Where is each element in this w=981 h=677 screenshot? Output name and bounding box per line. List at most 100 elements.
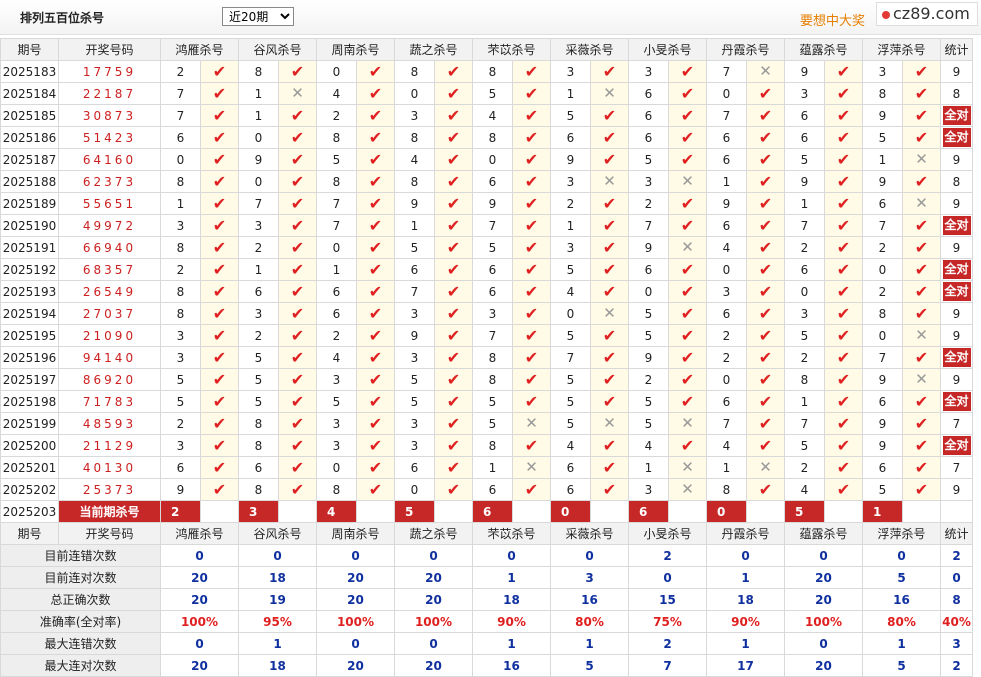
kill-number-cell: 7: [706, 412, 747, 435]
stats-value: 5: [550, 654, 629, 677]
result-cell: ✕: [668, 170, 707, 193]
col-expert-header: 谷风杀号: [238, 522, 317, 545]
kill-number-cell: 3: [160, 324, 201, 347]
kill-number-cell: 9: [862, 412, 903, 435]
kill-number-cell: 6: [160, 126, 201, 149]
check-icon: ✔: [290, 369, 305, 389]
stat-count-cell: 7: [940, 412, 973, 435]
result-cell: ✔: [278, 302, 317, 325]
check-icon: ✔: [914, 215, 929, 235]
stats-label: 目前连对次数: [0, 566, 161, 589]
check-icon: ✔: [914, 479, 929, 499]
stats-value: 0: [160, 544, 239, 567]
check-icon: ✔: [212, 435, 227, 455]
check-icon: ✔: [602, 61, 617, 81]
check-icon: ✔: [368, 127, 383, 147]
col-expert-header: 蔬之杀号: [394, 522, 473, 545]
period-select[interactable]: 近20期: [222, 7, 294, 26]
result-cell: ✔: [746, 434, 785, 457]
check-icon: ✔: [680, 369, 695, 389]
stat-count-cell: 全对: [940, 126, 973, 149]
stats-value: 0: [316, 544, 395, 567]
result-cell: ✔: [356, 456, 395, 479]
kill-number-cell: 6: [706, 302, 747, 325]
stats-value: 1: [472, 632, 551, 655]
col-expert-header: 采薇杀号: [550, 38, 629, 61]
check-icon: ✔: [446, 325, 461, 345]
result-cell: ✔: [902, 126, 941, 149]
kill-number-cell: 6: [784, 258, 825, 281]
issue-cell: 2025202: [0, 478, 59, 501]
check-icon: ✔: [914, 281, 929, 301]
check-icon: ✔: [368, 215, 383, 235]
check-icon: ✔: [368, 193, 383, 213]
kill-number-cell: 0: [706, 82, 747, 105]
kill-number-cell: 1: [784, 192, 825, 215]
kill-number-cell: 0: [160, 148, 201, 171]
kill-number-cell: 8: [316, 126, 357, 149]
check-icon: ✔: [446, 347, 461, 367]
check-icon: ✔: [524, 281, 539, 301]
promo-link[interactable]: 要想中大奖: [800, 10, 865, 29]
check-icon: ✔: [602, 479, 617, 499]
table-row: 2025199 48593 2 ✔ 8 ✔ 3 ✔ 3 ✔ 5 ✕ 5 ✕ 5 ✕ 7 ✔ 7 ✔ 9 ✔ 7: [0, 412, 973, 435]
col-expert-header: 采薇杀号: [550, 522, 629, 545]
all-correct-badge: 全对: [942, 436, 971, 455]
result-cell: ✔: [824, 214, 863, 237]
current-kill-number: 6: [472, 500, 513, 523]
stats-value: 1: [550, 632, 629, 655]
stats-row: 最大连对次数 20 18 20 20 16 5 7 17 20 5 2: [0, 654, 973, 677]
current-period-row: 2025203 当前期杀号 2 3 4 5 6 0 6 0 5 1: [0, 500, 973, 523]
result-cell: ✔: [902, 258, 941, 281]
kill-number-cell: 0: [238, 170, 279, 193]
kill-number-cell: 9: [706, 192, 747, 215]
check-icon: ✔: [914, 259, 929, 279]
cross-icon: ✕: [525, 458, 538, 476]
check-icon: ✔: [758, 325, 773, 345]
issue-cell: 2025194: [0, 302, 59, 325]
stats-label: 最大连错次数: [0, 632, 161, 655]
result-cell: ✔: [434, 434, 473, 457]
kill-number-cell: 9: [160, 478, 201, 501]
check-icon: ✔: [368, 303, 383, 323]
result-cell: ✔: [356, 324, 395, 347]
result-cell: ✔: [824, 170, 863, 193]
check-icon: ✔: [758, 193, 773, 213]
current-blank-cell: [512, 500, 551, 523]
check-icon: ✔: [680, 149, 695, 169]
kill-number-cell: 5: [628, 148, 669, 171]
stats-value: 0: [394, 544, 473, 567]
result-cell: ✔: [434, 346, 473, 369]
check-icon: ✔: [368, 369, 383, 389]
stats-value: 19: [238, 588, 317, 611]
kill-number-cell: 9: [862, 368, 903, 391]
kill-number-cell: 2: [160, 258, 201, 281]
check-icon: ✔: [524, 347, 539, 367]
result-cell: ✔: [668, 258, 707, 281]
stats-value: 0: [394, 632, 473, 655]
stat-count-cell: 全对: [940, 214, 973, 237]
stats-value: 0: [550, 544, 629, 567]
result-cell: ✔: [200, 60, 239, 83]
kill-number-cell: 6: [472, 478, 513, 501]
stats-total: 40%: [940, 610, 973, 633]
result-cell: ✔: [512, 126, 551, 149]
stats-value: 0: [160, 632, 239, 655]
stats-value: 100%: [316, 610, 395, 633]
result-cell: ✔: [356, 412, 395, 435]
result-cell: ✔: [200, 258, 239, 281]
kill-number-cell: 6: [160, 456, 201, 479]
site-logo[interactable]: cz89.com: [876, 2, 978, 26]
stats-value: 2: [628, 632, 707, 655]
check-icon: ✔: [758, 479, 773, 499]
result-cell: ✔: [746, 478, 785, 501]
result-cell: ✔: [668, 434, 707, 457]
stat-count-cell: 9: [940, 478, 973, 501]
current-kill-label: 当前期杀号: [58, 500, 161, 523]
check-icon: ✔: [758, 413, 773, 433]
kill-number-cell: 5: [472, 236, 513, 259]
col-stat-header: 统计: [940, 38, 973, 61]
stats-value: 15: [628, 588, 707, 611]
kill-number-cell: 4: [628, 434, 669, 457]
check-icon: ✔: [290, 281, 305, 301]
